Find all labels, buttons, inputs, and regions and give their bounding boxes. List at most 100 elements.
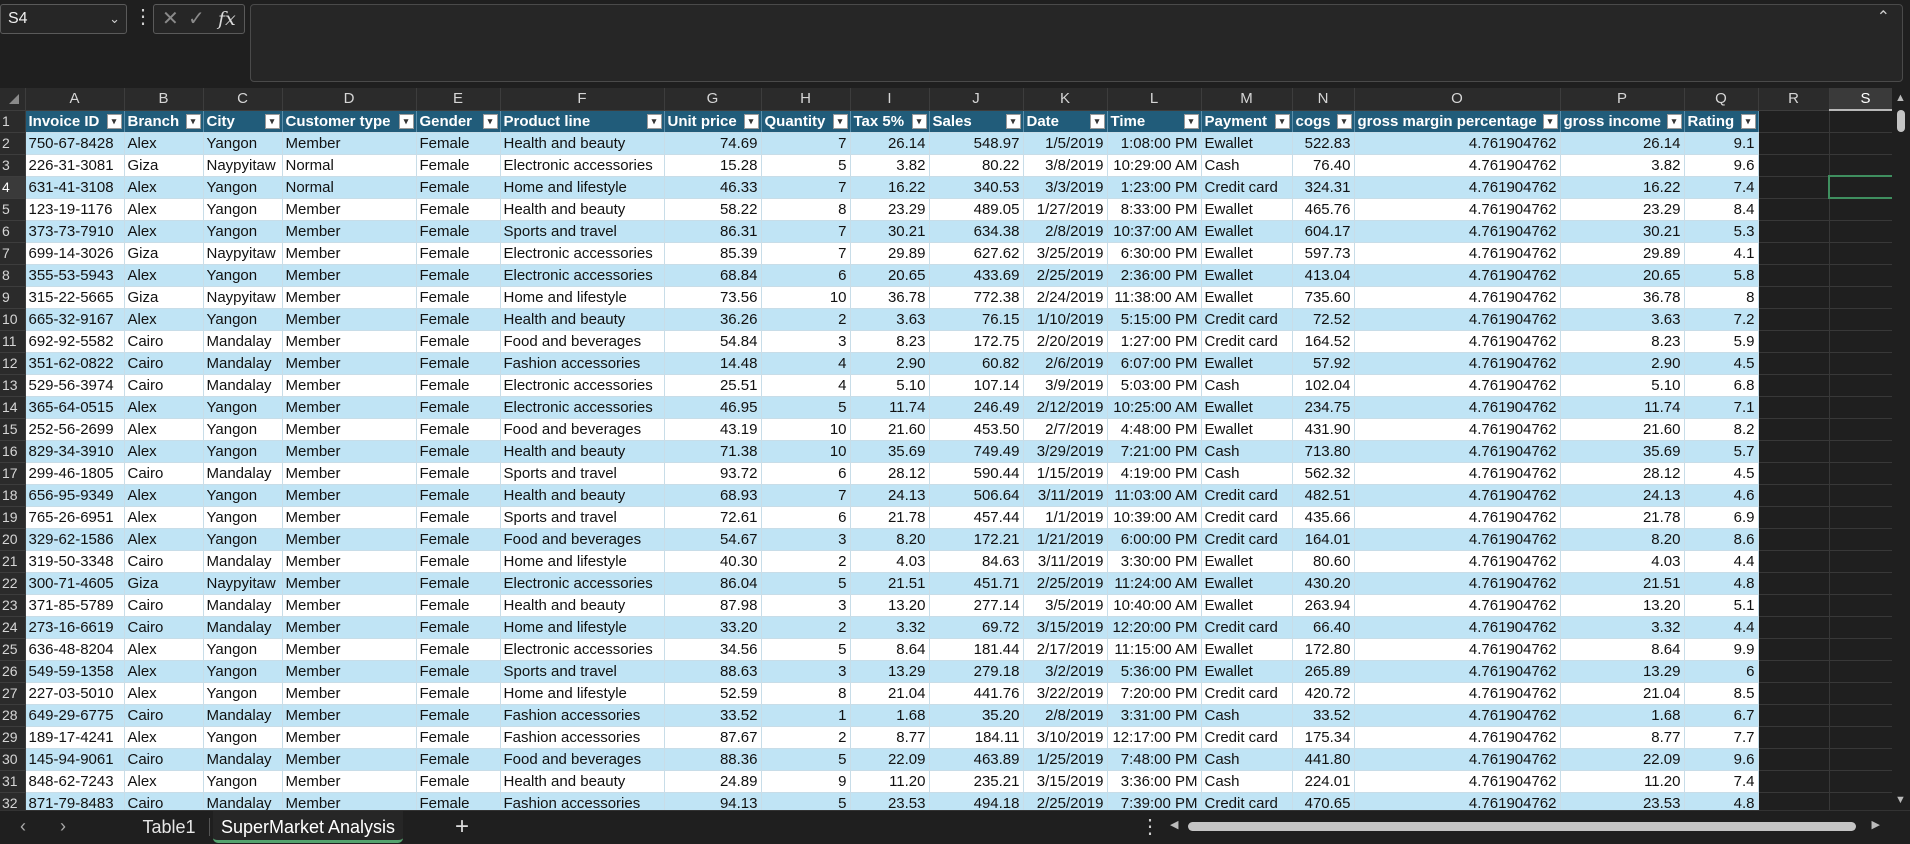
table-cell[interactable]: 453.50 (929, 418, 1024, 441)
table-cell[interactable]: Normal (282, 154, 417, 177)
filter-dropdown-icon[interactable]: ▾ (1274, 113, 1290, 129)
table-cell[interactable]: 420.72 (1292, 682, 1355, 705)
table-cell[interactable]: 2/25/2019 (1023, 264, 1108, 287)
table-cell[interactable]: Member (282, 440, 417, 463)
table-cell[interactable]: Member (282, 198, 417, 221)
column-header-e[interactable]: E (416, 88, 501, 111)
table-cell[interactable]: Electronic accessories (500, 264, 665, 287)
table-cell[interactable]: 8.5 (1684, 682, 1759, 705)
table-cell[interactable]: 665-32-9167 (25, 308, 125, 331)
table-cell[interactable]: 57.92 (1292, 352, 1355, 375)
scroll-right-icon[interactable]: ▶ (1872, 818, 1880, 831)
table-cell[interactable]: Cairo (124, 616, 204, 639)
table-cell[interactable]: 58.22 (664, 198, 762, 221)
row-header[interactable]: 23 (0, 594, 26, 617)
table-cell[interactable]: Member (282, 396, 417, 419)
table-cell[interactable]: 2.90 (850, 352, 930, 375)
empty-cell[interactable] (1829, 506, 1892, 529)
table-cell[interactable]: Female (416, 616, 501, 639)
empty-cell[interactable] (1829, 352, 1892, 375)
empty-cell[interactable] (1758, 374, 1830, 397)
empty-cell[interactable] (1758, 638, 1830, 661)
table-cell[interactable]: 2/25/2019 (1023, 572, 1108, 595)
table-cell[interactable]: 441.76 (929, 682, 1024, 705)
table-cell[interactable]: Female (416, 154, 501, 177)
table-cell[interactable]: Health and beauty (500, 198, 665, 221)
table-cell[interactable]: Yangon (203, 264, 283, 287)
table-cell[interactable]: Yangon (203, 528, 283, 551)
table-cell[interactable]: 355-53-5943 (25, 264, 125, 287)
table-cell[interactable]: 224.01 (1292, 770, 1355, 793)
table-cell[interactable]: Naypyitaw (203, 286, 283, 309)
table-header-cell[interactable]: Tax 5% ▾ (850, 110, 930, 133)
table-cell[interactable]: 74.69 (664, 132, 762, 155)
table-cell[interactable]: Credit card (1201, 176, 1293, 199)
empty-cell[interactable] (1829, 308, 1892, 331)
table-cell[interactable]: Alex (124, 726, 204, 749)
table-header-cell[interactable]: gross margin percentage ▾ (1354, 110, 1561, 133)
table-cell[interactable]: Credit card (1201, 726, 1293, 749)
table-cell[interactable]: Female (416, 418, 501, 441)
column-header-d[interactable]: D (282, 88, 417, 111)
table-cell[interactable]: 36.78 (1560, 286, 1685, 309)
table-cell[interactable]: 87.67 (664, 726, 762, 749)
table-cell[interactable]: 10 (761, 286, 851, 309)
table-cell[interactable]: Cairo (124, 462, 204, 485)
table-cell[interactable]: 324.31 (1292, 176, 1355, 199)
table-cell[interactable]: 11.20 (1560, 770, 1685, 793)
table-cell[interactable]: Yangon (203, 220, 283, 243)
table-cell[interactable]: Member (282, 418, 417, 441)
table-cell[interactable]: 8.64 (850, 638, 930, 661)
table-cell[interactable]: Cash (1201, 704, 1293, 727)
table-cell[interactable]: Alex (124, 638, 204, 661)
table-cell[interactable]: Member (282, 572, 417, 595)
table-cell[interactable]: Food and beverages (500, 748, 665, 771)
row-header[interactable]: 29 (0, 726, 26, 749)
table-header-cell[interactable]: Time ▾ (1107, 110, 1202, 133)
table-cell[interactable]: 1:08:00 PM (1107, 132, 1202, 155)
table-cell[interactable]: 172.75 (929, 330, 1024, 353)
empty-cell[interactable] (1758, 220, 1830, 243)
row-header[interactable]: 30 (0, 748, 26, 771)
table-cell[interactable]: 226-31-3081 (25, 154, 125, 177)
table-cell[interactable]: 11.74 (1560, 396, 1685, 419)
table-cell[interactable]: 371-85-5789 (25, 594, 125, 617)
table-header-cell[interactable]: Branch ▾ (124, 110, 204, 133)
table-cell[interactable]: 24.13 (1560, 484, 1685, 507)
table-cell[interactable]: 4.6 (1684, 484, 1759, 507)
chevron-right-icon[interactable]: › (60, 816, 66, 837)
table-cell[interactable]: 1/21/2019 (1023, 528, 1108, 551)
table-cell[interactable]: Credit card (1201, 484, 1293, 507)
table-cell[interactable]: 8.23 (850, 330, 930, 353)
table-cell[interactable]: 4.761904762 (1354, 440, 1561, 463)
table-cell[interactable]: Member (282, 484, 417, 507)
table-cell[interactable]: Member (282, 528, 417, 551)
empty-cell[interactable] (1758, 110, 1830, 133)
table-cell[interactable]: 46.95 (664, 396, 762, 419)
table-cell[interactable]: 23.29 (1560, 198, 1685, 221)
table-header-cell[interactable]: Gender ▾ (416, 110, 501, 133)
table-cell[interactable]: 172.21 (929, 528, 1024, 551)
table-cell[interactable]: Female (416, 594, 501, 617)
table-cell[interactable]: 431.90 (1292, 418, 1355, 441)
table-cell[interactable]: Member (282, 352, 417, 375)
column-header-o[interactable]: O (1354, 88, 1561, 111)
table-cell[interactable]: Electronic accessories (500, 374, 665, 397)
formula-input[interactable]: ⌃ (250, 4, 1903, 82)
table-cell[interactable]: 772.38 (929, 286, 1024, 309)
table-cell[interactable]: Home and lifestyle (500, 286, 665, 309)
table-cell[interactable]: 3/10/2019 (1023, 726, 1108, 749)
table-cell[interactable]: Alex (124, 660, 204, 683)
more-options-icon[interactable]: ⋮ (133, 6, 153, 32)
table-cell[interactable]: Alex (124, 198, 204, 221)
empty-cell[interactable] (1758, 616, 1830, 639)
table-cell[interactable]: 329-62-1586 (25, 528, 125, 551)
table-cell[interactable]: Electronic accessories (500, 638, 665, 661)
table-cell[interactable]: Sports and travel (500, 506, 665, 529)
table-header-cell[interactable]: Date ▾ (1023, 110, 1108, 133)
table-cell[interactable]: 3/11/2019 (1023, 484, 1108, 507)
table-cell[interactable]: 4:19:00 PM (1107, 462, 1202, 485)
select-all-corner[interactable] (0, 88, 26, 111)
table-cell[interactable]: 24.13 (850, 484, 930, 507)
table-cell[interactable]: 8.77 (1560, 726, 1685, 749)
